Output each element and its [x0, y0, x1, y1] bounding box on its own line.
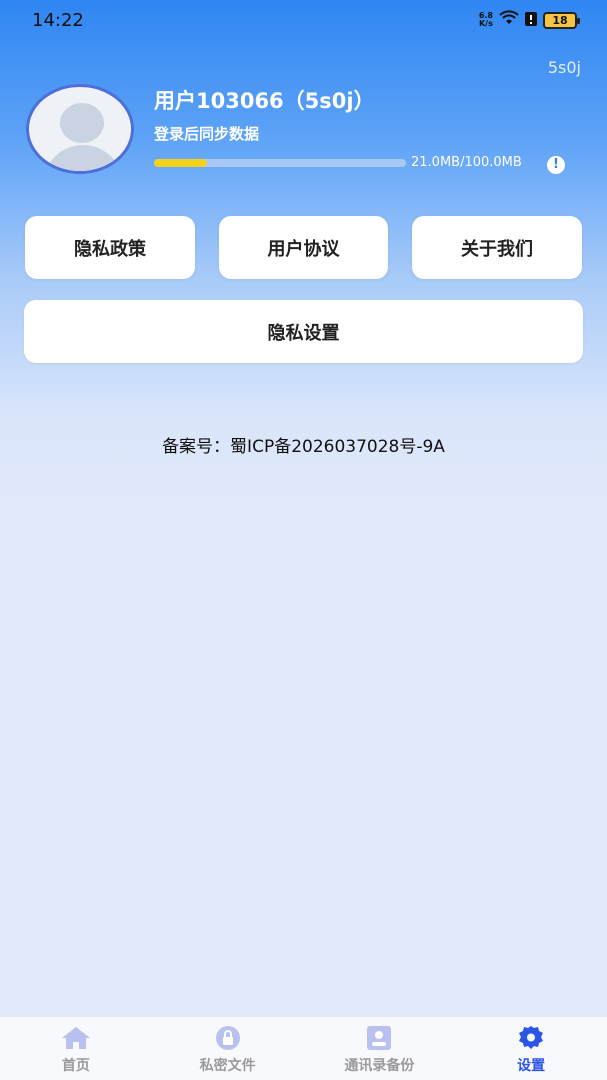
nav-label-private-files: 私密文件: [199, 1058, 256, 1074]
user-agreement-button[interactable]: 用户协议: [219, 216, 388, 279]
network-speed: 6.8 K/s: [478, 11, 493, 28]
wifi-icon: [499, 10, 519, 30]
avatar-body-shape: [43, 145, 123, 171]
battery-level: 18: [552, 13, 568, 27]
avatar[interactable]: [26, 84, 134, 174]
info-icon[interactable]: !: [547, 156, 565, 174]
nav-item-home[interactable]: 首页: [0, 1017, 152, 1080]
icp-record: 备案号：蜀ICP备2026037028号-9A: [162, 437, 445, 457]
avatar-head-shape: [60, 103, 104, 143]
status-icons: 6.8 K/s 18: [478, 10, 580, 30]
username[interactable]: 用户103066（5s0j）: [154, 85, 375, 115]
nav-label-home: 首页: [61, 1058, 90, 1074]
nav-label-settings: 设置: [517, 1058, 546, 1074]
device-code: 5s0j: [547, 58, 581, 77]
home-icon: [61, 1025, 91, 1051]
privacy-settings-button[interactable]: 隐私设置: [24, 300, 583, 363]
storage-progress-fill: [154, 159, 207, 167]
status-bar: 14:22 6.8 K/s 18: [0, 0, 607, 40]
storage-progress-bar: [154, 159, 406, 167]
about-us-button[interactable]: 关于我们: [412, 216, 582, 279]
status-time: 14:22: [32, 10, 84, 31]
gear-icon: [516, 1025, 546, 1051]
nav-item-private-files[interactable]: 私密文件: [152, 1017, 304, 1080]
storage-usage-text: 21.0MB/100.0MB: [411, 155, 522, 170]
nav-item-contacts-backup[interactable]: 通讯录备份: [304, 1017, 456, 1080]
battery-icon: 18: [543, 11, 580, 29]
alert-icon: [525, 11, 537, 30]
contacts-icon: [364, 1025, 394, 1051]
privacy-policy-button[interactable]: 隐私政策: [25, 216, 195, 279]
nav-label-contacts-backup: 通讯录备份: [344, 1058, 415, 1074]
nav-item-settings[interactable]: 设置: [455, 1017, 607, 1080]
sync-hint[interactable]: 登录后同步数据: [154, 123, 259, 144]
lock-icon: [213, 1025, 243, 1051]
bottom-nav: 首页 私密文件 通讯录备份 设置: [0, 1017, 607, 1080]
